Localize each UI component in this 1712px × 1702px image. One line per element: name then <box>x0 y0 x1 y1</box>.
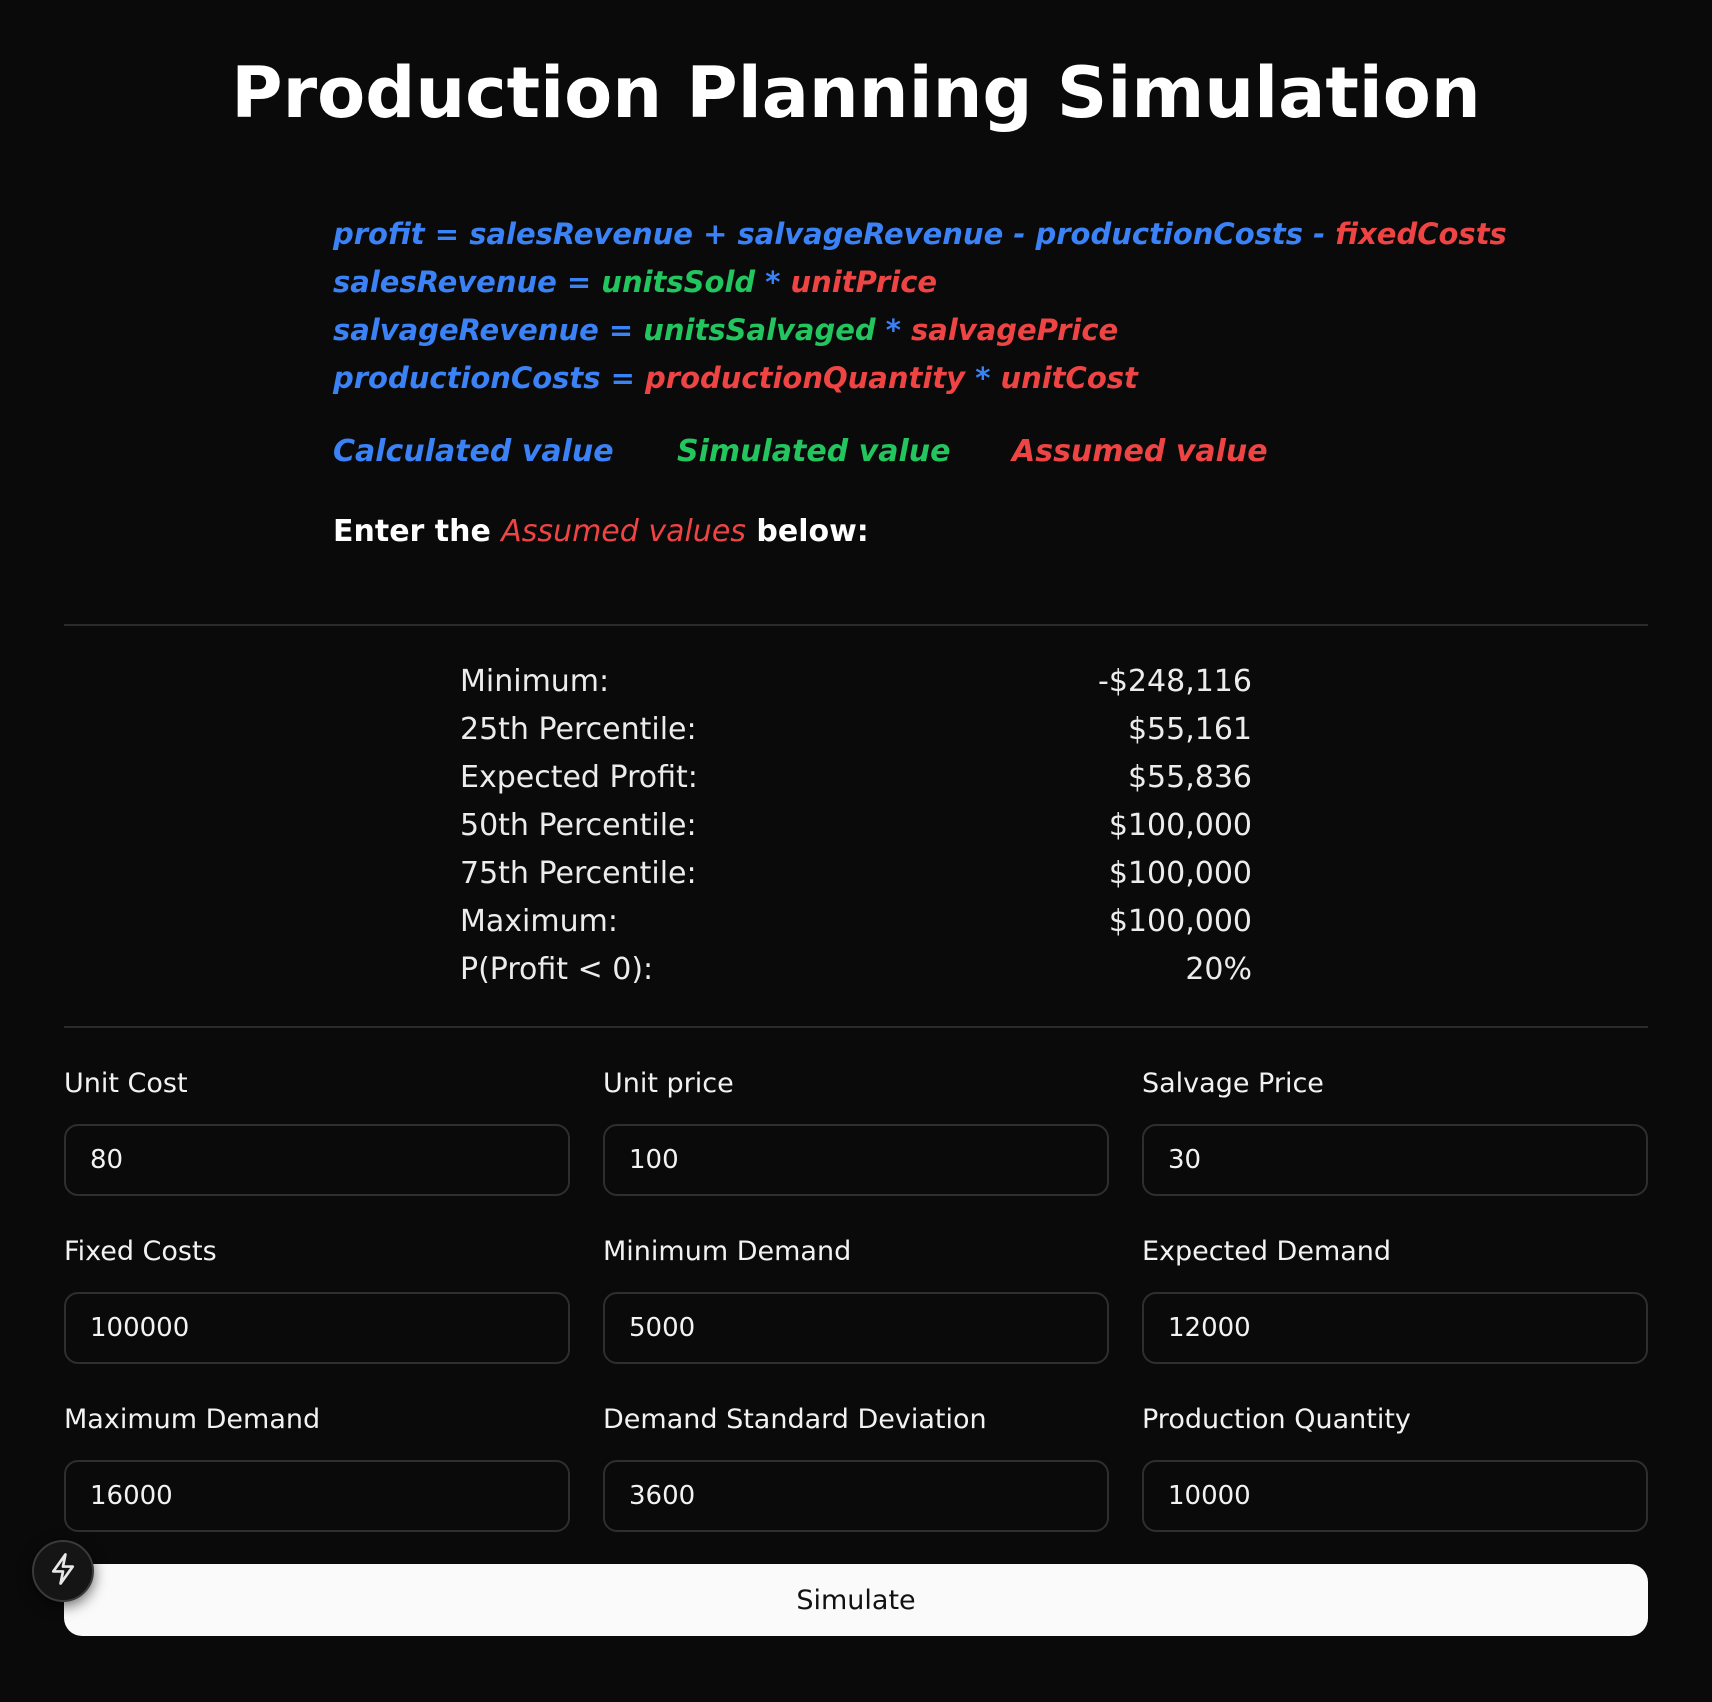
field-production-quantity: Production Quantity <box>1142 1400 1648 1568</box>
formula-operator: * <box>965 361 1001 395</box>
formula-operator: = <box>600 361 646 395</box>
stat-row: Maximum: $100,000 <box>460 898 1252 946</box>
formula-operator: = <box>598 313 644 347</box>
page-title: Production Planning Simulation <box>231 52 1481 134</box>
field-unit-cost: Unit Cost <box>64 1064 570 1232</box>
field-label: Salvage Price <box>1142 1068 1324 1099</box>
assumption-form: Unit Cost Unit price Salvage Price Fixed… <box>64 1064 1648 1568</box>
formula-term-assumed: unitCost <box>1000 361 1138 395</box>
formula-profit: profit = salesRevenue + salvageRevenue -… <box>333 210 1507 258</box>
stat-value: 20% <box>1185 952 1252 987</box>
stat-row: 50th Percentile: $100,000 <box>460 802 1252 850</box>
field-label: Production Quantity <box>1142 1404 1411 1435</box>
formula-production-costs: productionCosts = productionQuantity * u… <box>333 354 1507 402</box>
stat-label: 75th Percentile: <box>460 856 697 891</box>
field-demand-std-dev: Demand Standard Deviation <box>603 1400 1109 1568</box>
lightning-bolt-icon <box>48 1552 78 1590</box>
formula-sales-revenue: salesRevenue = unitsSold * unitPrice <box>333 258 1507 306</box>
formula-term-calculated: salvageRevenue <box>737 217 1004 251</box>
field-label: Unit Cost <box>64 1068 188 1099</box>
production-quantity-input[interactable] <box>1142 1460 1648 1532</box>
formula-operator: + <box>692 217 738 251</box>
stat-row: 25th Percentile: $55,161 <box>460 706 1252 754</box>
unit-price-input[interactable] <box>603 1124 1109 1196</box>
formula-term-assumed: unitPrice <box>790 265 938 299</box>
results-table: Minimum: -$248,116 25th Percentile: $55,16… <box>460 658 1252 994</box>
legend-simulated: Simulated value <box>677 434 951 469</box>
demand-std-dev-input[interactable] <box>603 1460 1109 1532</box>
formula-term-simulated: unitsSalvaged <box>643 313 876 347</box>
formula-term-calculated: productionCosts <box>1035 217 1304 251</box>
field-fixed-costs: Fixed Costs <box>64 1232 570 1400</box>
formula-salvage-revenue: salvageRevenue = unitsSalvaged * salvage… <box>333 306 1507 354</box>
field-label: Unit price <box>603 1068 734 1099</box>
stat-label: 50th Percentile: <box>460 808 697 843</box>
field-label: Minimum Demand <box>603 1236 852 1267</box>
formula-operator: * <box>875 313 912 347</box>
stat-value: $100,000 <box>1108 856 1252 891</box>
dev-tools-button[interactable] <box>32 1540 94 1602</box>
page: Production Planning Simulation profit = … <box>0 0 1712 1702</box>
field-label: Fixed Costs <box>64 1236 217 1267</box>
formula-term-assumed: salvagePrice <box>911 313 1119 347</box>
stat-row: P(Profit < 0): 20% <box>460 946 1252 994</box>
minimum-demand-input[interactable] <box>603 1292 1109 1364</box>
field-label: Maximum Demand <box>64 1404 321 1435</box>
stat-value: $55,161 <box>1127 712 1252 747</box>
formula-term-simulated: unitsSold <box>601 265 756 299</box>
stat-label: 25th Percentile: <box>460 712 697 747</box>
formula-operator: * <box>755 265 791 299</box>
stat-label: P(Profit < 0): <box>460 952 654 987</box>
stat-value: -$248,116 <box>1098 664 1252 699</box>
legend-calculated: Calculated value <box>333 434 614 469</box>
instruction-highlight: Assumed values <box>501 514 746 549</box>
field-minimum-demand: Minimum Demand <box>603 1232 1109 1400</box>
field-label: Expected Demand <box>1142 1236 1392 1267</box>
divider-bottom <box>64 1026 1648 1028</box>
maximum-demand-input[interactable] <box>64 1460 570 1532</box>
instruction-after: below: <box>745 514 869 549</box>
formula-term-assumed: fixedCosts <box>1335 217 1507 251</box>
field-expected-demand: Expected Demand <box>1142 1232 1648 1400</box>
simulate-button[interactable]: Simulate <box>64 1564 1648 1636</box>
stat-label: Expected Profit: <box>460 760 698 795</box>
formula-term-calculated: productionCosts <box>333 361 601 395</box>
divider-top <box>64 624 1648 626</box>
formula-operator: - <box>1003 217 1036 251</box>
formula-operator: = <box>556 265 602 299</box>
formula-operator: = <box>424 217 470 251</box>
stat-value: $100,000 <box>1108 808 1252 843</box>
formula-term-calculated: profit <box>333 217 425 251</box>
formula-term-calculated: salesRevenue <box>469 217 693 251</box>
field-unit-price: Unit price <box>603 1064 1109 1232</box>
formula-block: profit = salesRevenue + salvageRevenue -… <box>333 210 1507 402</box>
expected-demand-input[interactable] <box>1142 1292 1648 1364</box>
formula-term-calculated: salvageRevenue <box>333 313 599 347</box>
formula-term-assumed: productionQuantity <box>645 361 966 395</box>
stat-label: Minimum: <box>460 664 610 699</box>
formula-term-calculated: salesRevenue <box>333 265 557 299</box>
instruction-text: Enter the Assumed values below: <box>333 514 869 549</box>
stat-value: $100,000 <box>1108 904 1252 939</box>
legend-assumed: Assumed value <box>1012 434 1268 469</box>
stat-row: Expected Profit: $55,836 <box>460 754 1252 802</box>
fixed-costs-input[interactable] <box>64 1292 570 1364</box>
field-label: Demand Standard Deviation <box>603 1404 987 1435</box>
field-salvage-price: Salvage Price <box>1142 1064 1648 1232</box>
instruction-before: Enter the <box>333 514 502 549</box>
unit-cost-input[interactable] <box>64 1124 570 1196</box>
stat-label: Maximum: <box>460 904 618 939</box>
stat-row: Minimum: -$248,116 <box>460 658 1252 706</box>
formula-operator: - <box>1303 217 1336 251</box>
stat-value: $55,836 <box>1127 760 1252 795</box>
field-maximum-demand: Maximum Demand <box>64 1400 570 1568</box>
salvage-price-input[interactable] <box>1142 1124 1648 1196</box>
stat-row: 75th Percentile: $100,000 <box>460 850 1252 898</box>
